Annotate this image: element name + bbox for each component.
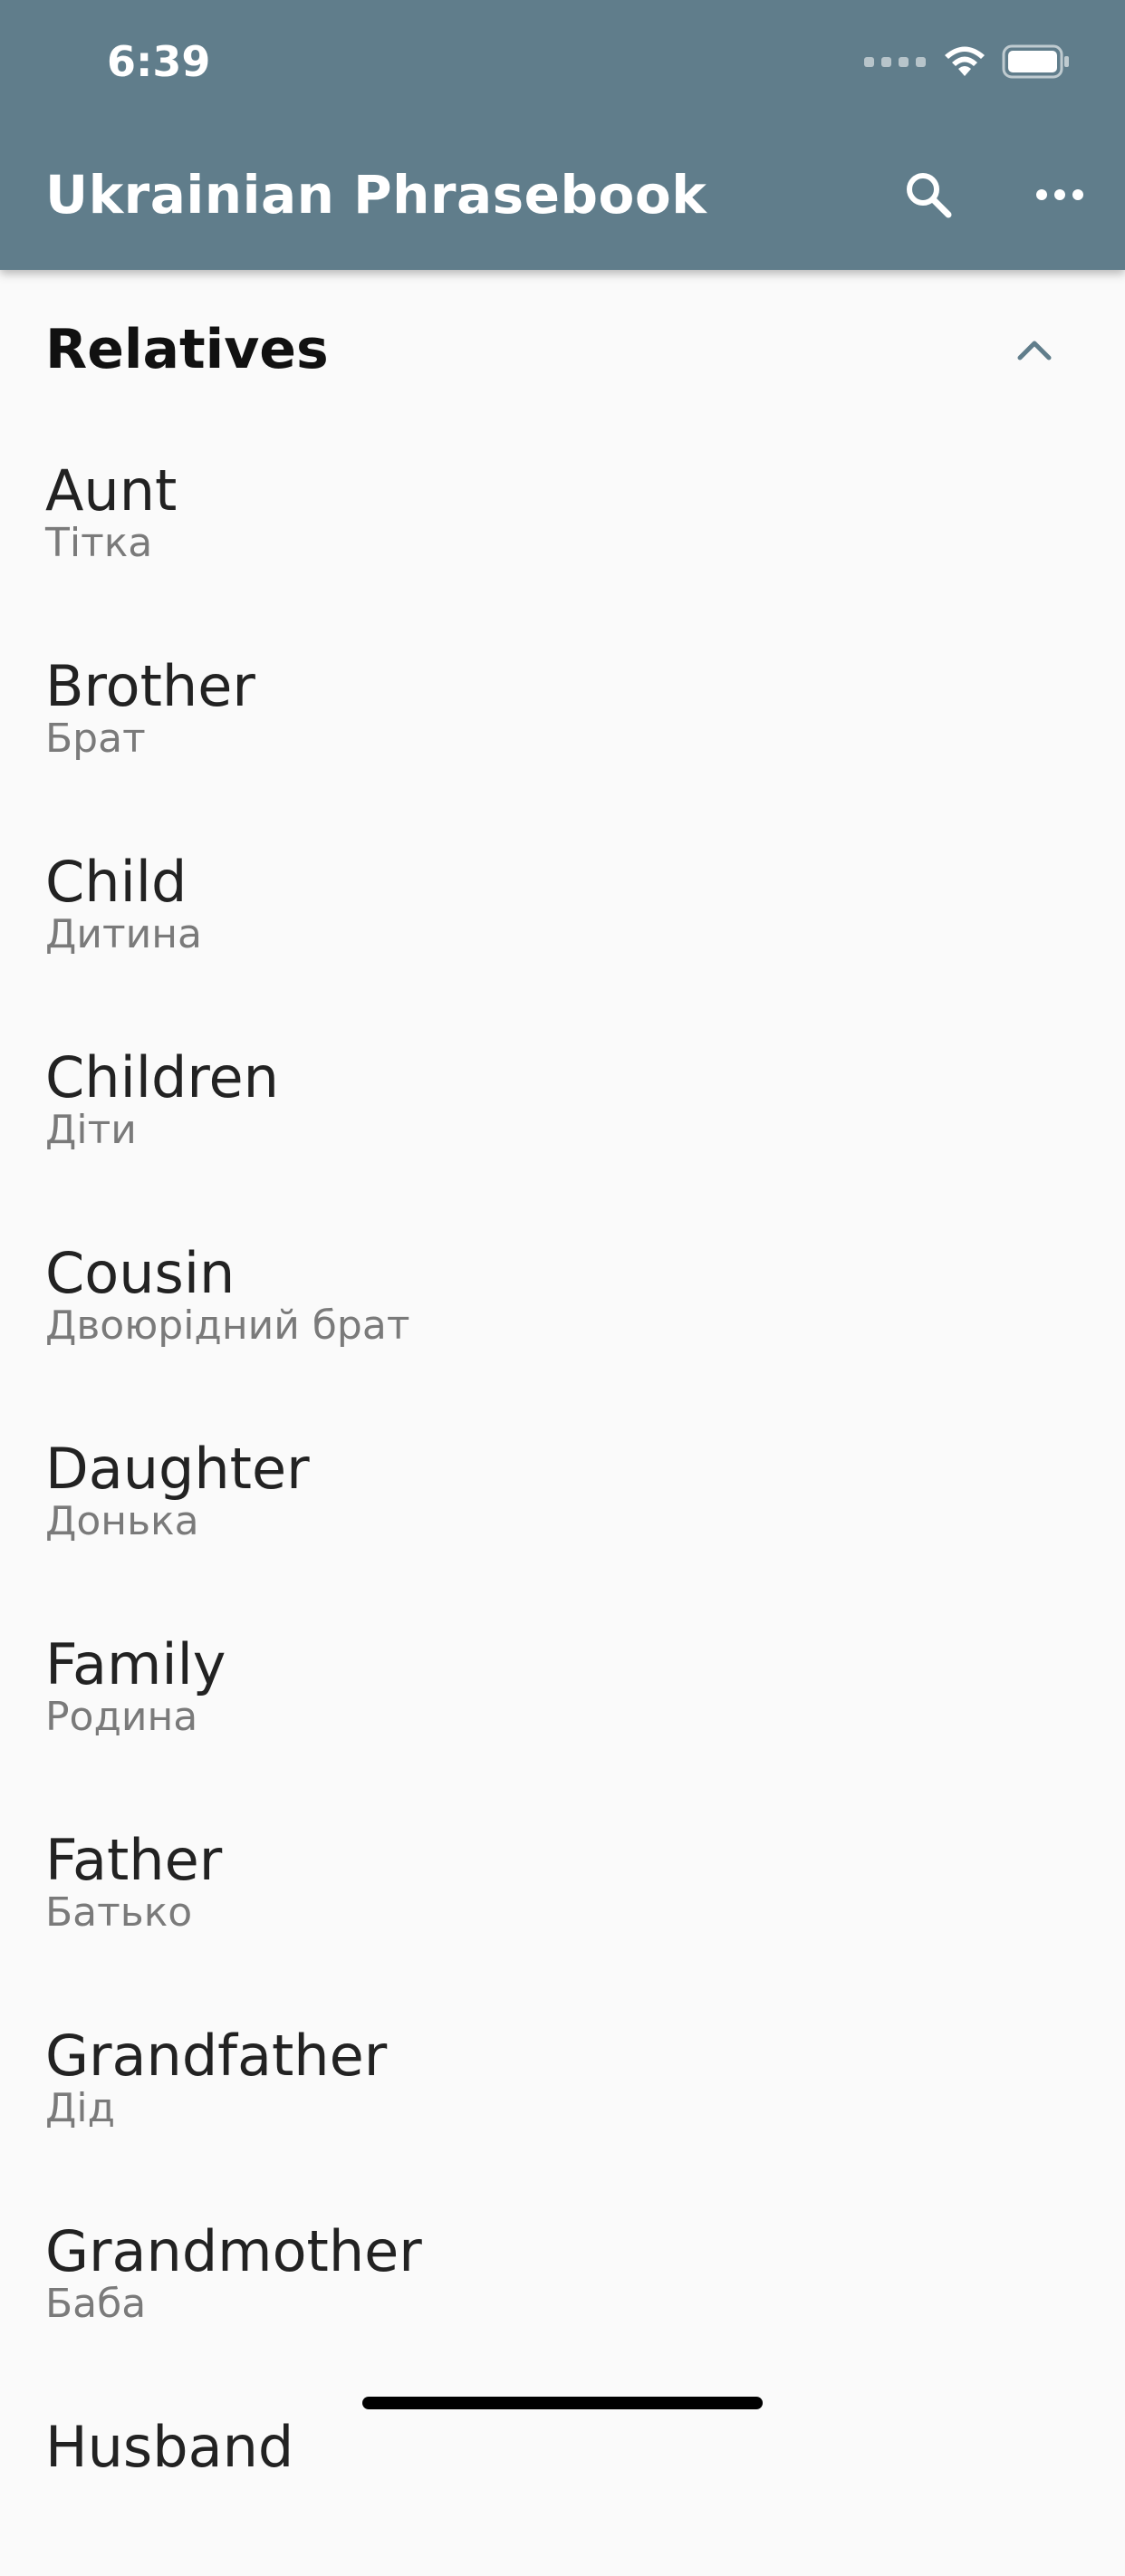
battery-icon	[1002, 44, 1069, 79]
phrase-list: Aunt Тітка Brother Брат Child Дитина Chi…	[0, 424, 1125, 2576]
wifi-icon	[945, 46, 985, 76]
status-time: 6:39	[107, 37, 211, 86]
phrase-ukrainian: Баба	[45, 2281, 147, 2327]
phrase-english: Grandfather	[45, 2023, 388, 2089]
phrase-english: Husband	[45, 2414, 294, 2480]
chevron-up-icon	[1017, 341, 1052, 360]
cellular-signal-icon	[864, 56, 926, 67]
phrase-ukrainian: Родина	[45, 1694, 198, 1740]
phrase-item[interactable]: Children Діти	[0, 1011, 1125, 1206]
search-icon	[907, 173, 952, 218]
phrase-item[interactable]: Cousin Двоюрідний брат	[0, 1206, 1125, 1402]
collapse-section-button[interactable]	[998, 313, 1071, 386]
phrase-item[interactable]: Daughter Донька	[0, 1402, 1125, 1598]
phrase-english: Brother	[45, 653, 255, 719]
app-title: Ukrainian Phrasebook	[45, 164, 707, 226]
phrase-english: Child	[45, 849, 188, 915]
phrase-ukrainian: Двоюрідний брат	[45, 1302, 410, 1349]
home-indicator[interactable]	[362, 2397, 763, 2409]
app-bar: 6:39 Ukrainian Phrasebook	[0, 0, 1125, 270]
phrase-english: Daughter	[45, 1436, 310, 1502]
more-options-button[interactable]	[1019, 154, 1101, 235]
phrase-item[interactable]: Husband	[0, 2380, 1125, 2576]
phrase-item[interactable]: Aunt Тітка	[0, 424, 1125, 620]
phrase-item[interactable]: Grandmother Баба	[0, 2185, 1125, 2380]
status-icons	[864, 36, 1071, 87]
phrase-item[interactable]: Family Родина	[0, 1598, 1125, 1793]
phrase-ukrainian: Брат	[45, 716, 146, 762]
phrase-ukrainian: Батько	[45, 1889, 193, 1936]
phrase-ukrainian: Діти	[45, 1107, 137, 1153]
phrase-english: Grandmother	[45, 2218, 422, 2284]
phrase-item[interactable]: Child Дитина	[0, 815, 1125, 1011]
phrase-english: Cousin	[45, 1240, 236, 1306]
section-title: Relatives	[45, 318, 329, 381]
phrase-ukrainian: Тітка	[45, 520, 153, 566]
more-horizontal-icon	[1036, 189, 1083, 200]
phrase-english: Father	[45, 1827, 223, 1893]
phrase-ukrainian: Дитина	[45, 911, 202, 957]
section-header[interactable]: Relatives	[0, 270, 1125, 424]
phrase-ukrainian: Донька	[45, 1498, 199, 1544]
phrase-item[interactable]: Grandfather Дід	[0, 1989, 1125, 2185]
phrase-item[interactable]: Father Батько	[0, 1793, 1125, 1989]
search-button[interactable]	[888, 154, 969, 235]
phrase-ukrainian: Дід	[45, 2085, 116, 2131]
phrase-item[interactable]: Brother Брат	[0, 620, 1125, 815]
phrase-english: Children	[45, 1044, 279, 1110]
phrase-english: Aunt	[45, 457, 178, 524]
phrase-english: Family	[45, 1631, 226, 1697]
